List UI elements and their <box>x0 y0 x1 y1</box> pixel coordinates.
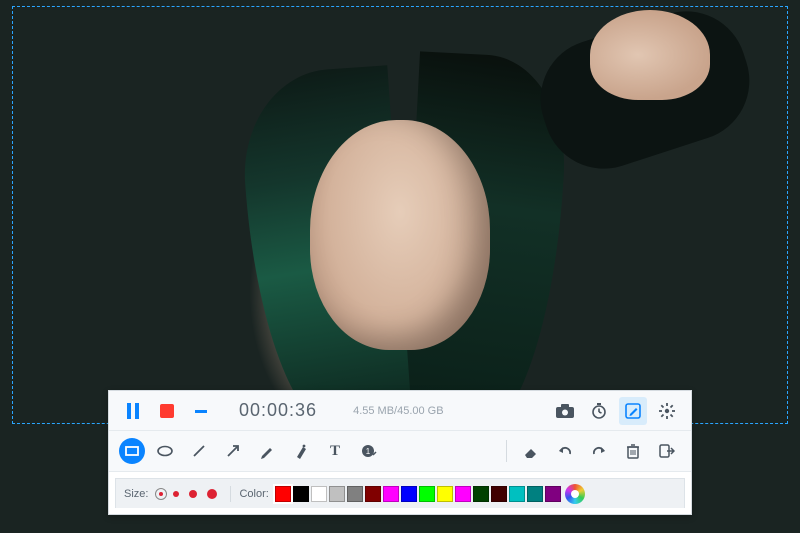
line-tool[interactable] <box>185 437 213 465</box>
size-dot-8[interactable] <box>189 490 197 498</box>
color-swatch[interactable] <box>527 486 543 502</box>
annotate-toggle[interactable] <box>619 397 647 425</box>
file-size-info: 4.55 MB/45.00 GB <box>353 405 444 417</box>
divider <box>506 440 507 462</box>
camera-icon[interactable] <box>551 397 579 425</box>
marker-tool[interactable] <box>287 437 315 465</box>
settings-button[interactable] <box>653 397 681 425</box>
svg-text:1: 1 <box>366 447 371 456</box>
text-tool[interactable]: T <box>321 437 349 465</box>
color-swatch[interactable] <box>329 486 345 502</box>
color-swatch[interactable] <box>347 486 363 502</box>
redo-button[interactable] <box>585 437 613 465</box>
pause-button[interactable] <box>119 397 147 425</box>
color-swatch[interactable] <box>365 486 381 502</box>
color-swatch[interactable] <box>545 486 561 502</box>
rectangle-tool[interactable] <box>119 438 145 464</box>
color-swatch[interactable] <box>311 486 327 502</box>
recorder-controls-row: 00:00:36 4.55 MB/45.00 GB <box>109 391 691 431</box>
timer-icon[interactable] <box>585 397 613 425</box>
recorder-panel: 00:00:36 4.55 MB/45.00 GB <box>108 390 692 515</box>
size-label: Size: <box>124 488 148 500</box>
annotation-tools-row: T 1 <box>109 431 691 472</box>
ellipse-tool[interactable] <box>151 437 179 465</box>
color-swatch[interactable] <box>509 486 525 502</box>
color-swatch[interactable] <box>491 486 507 502</box>
color-label: Color: <box>239 488 268 500</box>
color-swatch[interactable] <box>437 486 453 502</box>
counter-tool[interactable]: 1 <box>355 437 383 465</box>
trash-button[interactable] <box>619 437 647 465</box>
arrow-tool[interactable] <box>219 437 247 465</box>
size-dot-6[interactable] <box>173 491 179 497</box>
color-swatch[interactable] <box>455 486 471 502</box>
stop-button[interactable] <box>153 397 181 425</box>
size-dot-4[interactable] <box>159 492 163 496</box>
eraser-tool[interactable] <box>517 437 545 465</box>
color-swatch[interactable] <box>383 486 399 502</box>
undo-button[interactable] <box>551 437 579 465</box>
elapsed-time: 00:00:36 <box>239 400 317 421</box>
style-row: Size: Color: <box>115 478 685 508</box>
pencil-tool[interactable] <box>253 437 281 465</box>
color-swatch[interactable] <box>293 486 309 502</box>
size-dot-10[interactable] <box>207 489 217 499</box>
color-swatch[interactable] <box>401 486 417 502</box>
color-swatch[interactable] <box>275 486 291 502</box>
minimize-button[interactable] <box>187 397 215 425</box>
exit-annotate-button[interactable] <box>653 437 681 465</box>
color-swatch[interactable] <box>419 486 435 502</box>
color-swatch[interactable] <box>473 486 489 502</box>
palette-icon[interactable] <box>565 484 585 504</box>
